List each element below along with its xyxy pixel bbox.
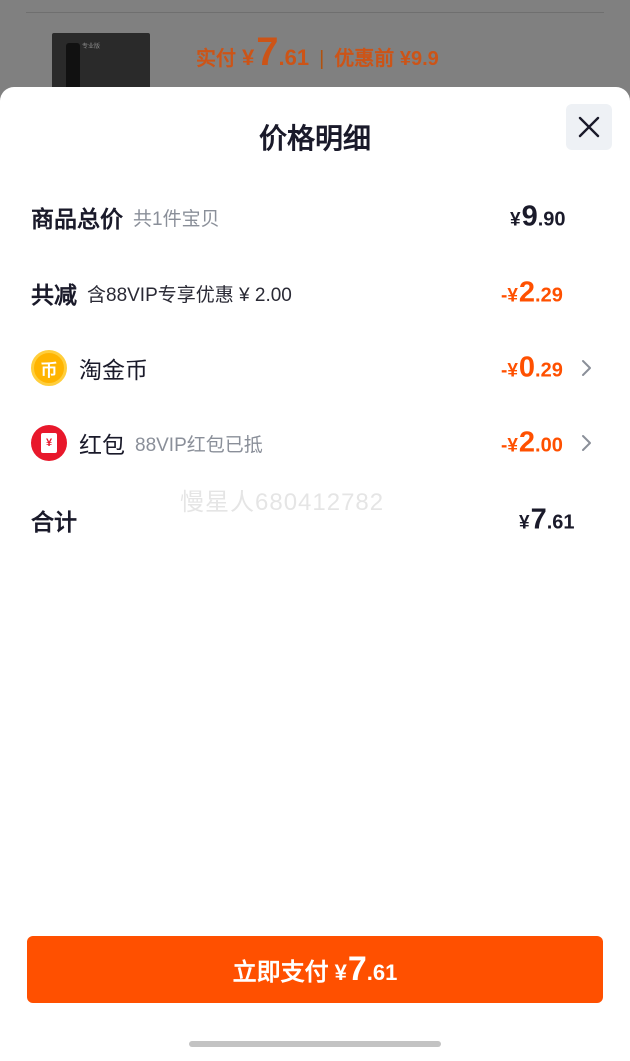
- taojinbi-amount: -¥ 0 .29: [501, 351, 563, 384]
- red-packet-label: 红包: [79, 432, 125, 458]
- red-packet-row[interactable]: ¥ 红包 88VIP红包已抵 -¥ 2 .00: [0, 418, 630, 468]
- subtotal-amount: ¥ 9 .90: [510, 200, 566, 233]
- home-indicator: [189, 1041, 441, 1047]
- divider: [26, 12, 604, 13]
- discount-amount: -¥ 2 .29: [501, 276, 563, 309]
- chevron-right-icon[interactable]: [580, 433, 594, 453]
- background-paid-price: 实付 ¥ 7 .61 | 优惠前 ¥9.9: [196, 30, 439, 74]
- total-label: 合计: [31, 509, 77, 535]
- subtotal-label: 商品总价: [31, 206, 123, 232]
- total-row: 合计 ¥ 7 .61: [0, 495, 630, 545]
- red-envelope-icon: ¥: [31, 425, 67, 461]
- red-packet-note: 88VIP红包已抵: [135, 434, 263, 456]
- item-count: 共1件宝贝: [133, 208, 220, 230]
- original-price: 优惠前 ¥9.9: [334, 48, 439, 70]
- pay-now-label: 立即支付: [232, 959, 329, 986]
- discount-label: 共减: [31, 282, 77, 308]
- taojinbi-label: 淘金币: [79, 357, 148, 383]
- taojinbi-row[interactable]: 币 淘金币 -¥ 0 .29: [0, 343, 630, 393]
- chevron-right-icon[interactable]: [580, 358, 594, 378]
- close-icon: [578, 116, 600, 138]
- subtotal-row: 商品总价 共1件宝贝 ¥ 9 .90: [0, 192, 630, 242]
- paid-label: 实付: [196, 48, 236, 70]
- sheet-title: 价格明细: [258, 123, 371, 154]
- total-amount: ¥ 7 .61: [519, 503, 575, 536]
- red-packet-amount: -¥ 2 .00: [501, 426, 563, 459]
- pay-now-button[interactable]: 立即支付 ¥ 7 .61: [27, 936, 603, 1003]
- taojinbi-coin-icon: 币: [31, 350, 67, 386]
- price-detail-sheet: 价格明细 商品总价 共1件宝贝 ¥ 9 .90 共减 含88VIP专享优惠 ¥ …: [0, 87, 630, 1061]
- discount-row: 共减 含88VIP专享优惠 ¥ 2.00 -¥ 2 .29: [0, 268, 630, 318]
- close-button[interactable]: [566, 104, 612, 150]
- vip-discount-note: 含88VIP专享优惠 ¥ 2.00: [87, 284, 292, 306]
